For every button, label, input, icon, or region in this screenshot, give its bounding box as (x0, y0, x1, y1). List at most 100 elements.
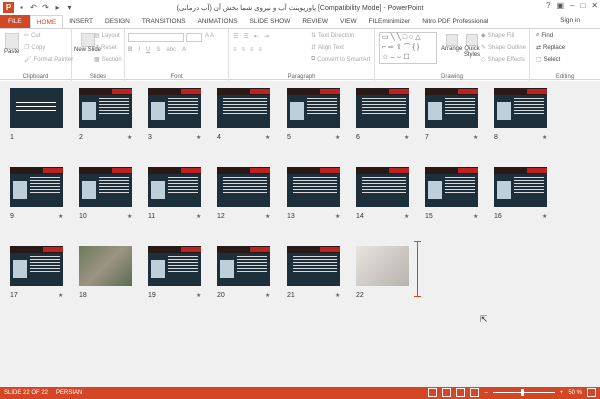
zoom-slider[interactable] (492, 389, 555, 396)
transition-star-icon[interactable]: ★ (542, 134, 547, 141)
tab-review[interactable]: REVIEW (296, 15, 334, 28)
font-color-icon[interactable]: A (182, 47, 186, 53)
transition-star-icon[interactable]: ★ (473, 213, 478, 220)
italic-icon[interactable]: I (138, 47, 140, 53)
slide-thumbnail[interactable] (356, 167, 409, 207)
slide-thumbnail[interactable] (425, 167, 478, 207)
copy-button[interactable]: ❐ Copy (24, 44, 45, 52)
slide-thumbnail[interactable] (287, 246, 340, 286)
indent-icon[interactable]: ⇤ (254, 33, 259, 40)
slide-thumbnail[interactable] (356, 88, 409, 128)
slide-thumbnail[interactable] (425, 88, 478, 128)
justify-icon[interactable]: ≡ (259, 47, 263, 53)
slide-thumbnail[interactable] (10, 167, 63, 207)
undo-icon[interactable]: ↶ (29, 3, 38, 12)
tab-design[interactable]: DESIGN (99, 15, 136, 28)
slide-thumbnail[interactable] (79, 167, 132, 207)
transition-star-icon[interactable]: ★ (127, 213, 132, 220)
bullets-icon[interactable]: ☰ (233, 33, 238, 40)
slide-thumbnail[interactable] (79, 88, 132, 128)
tab-nitro-pdf[interactable]: Nitro PDF Professional (416, 15, 494, 28)
transition-star-icon[interactable]: ★ (404, 213, 409, 220)
slide-thumbnail[interactable] (79, 246, 132, 286)
maximize-icon[interactable]: □ (580, 1, 585, 10)
align-center-icon[interactable]: ≡ (242, 47, 246, 53)
help-icon[interactable]: ? (546, 1, 550, 10)
convert-smartart-button[interactable]: ⧉ Convert to SmartArt (311, 56, 370, 63)
replace-button[interactable]: ⇄ Replace (536, 44, 565, 52)
shape-outline-button[interactable]: ✎ Shape Outline (481, 44, 526, 52)
reset-button[interactable]: ↺ Reset (94, 44, 117, 52)
cut-button[interactable]: ✂ Cut (24, 32, 40, 40)
slide-thumbnail[interactable] (217, 246, 270, 286)
transition-star-icon[interactable]: ★ (196, 292, 201, 299)
section-button[interactable]: ▦ Section (94, 56, 122, 64)
align-right-icon[interactable]: ≡ (250, 47, 254, 53)
slide-sorter-view-icon[interactable] (442, 388, 452, 397)
zoom-in-icon[interactable]: + (560, 390, 564, 396)
tab-view[interactable]: VIEW (334, 15, 363, 28)
tab-insert[interactable]: INSERT (63, 15, 99, 28)
transition-star-icon[interactable]: ★ (196, 134, 201, 141)
font-size-box[interactable] (186, 33, 202, 42)
transition-star-icon[interactable]: ★ (335, 213, 340, 220)
text-direction-button[interactable]: ⇅ Text Direction (311, 32, 354, 40)
minimize-icon[interactable]: – (570, 1, 574, 10)
bold-icon[interactable]: B (128, 47, 132, 53)
underline-icon[interactable]: U (146, 47, 150, 53)
slide-thumbnail[interactable] (287, 88, 340, 128)
zoom-slider-handle[interactable] (520, 389, 524, 396)
slide-thumbnail[interactable] (494, 167, 547, 207)
slideshow-view-icon[interactable] (470, 388, 480, 397)
zoom-out-icon[interactable]: – (484, 390, 487, 396)
font-grow-icon[interactable]: A A (205, 33, 214, 39)
transition-star-icon[interactable]: ★ (127, 134, 132, 141)
shape-effects-button[interactable]: ◇ Shape Effects (481, 56, 525, 64)
shapes-gallery[interactable]: ▭ ╲ ╲ □ ○ △ ⌐ ⇨ ⇧ ⌒ { } ☆ ⌢ ⌣ ☐ (379, 32, 437, 64)
layout-button[interactable]: ▤ Layout (94, 32, 120, 40)
align-left-icon[interactable]: ≡ (233, 47, 237, 53)
customize-toolbar-icon[interactable]: ▾ (65, 3, 74, 12)
tab-slide-show[interactable]: SLIDE SHOW (244, 15, 297, 28)
slide-thumbnail[interactable] (148, 246, 201, 286)
transition-star-icon[interactable]: ★ (335, 134, 340, 141)
transition-star-icon[interactable]: ★ (473, 134, 478, 141)
quick-styles-button[interactable]: Quick Styles (461, 34, 483, 58)
transition-star-icon[interactable]: ★ (196, 213, 201, 220)
format-painter-button[interactable]: 🖌 Format Painter (24, 56, 73, 64)
tab-fileminimizer[interactable]: FILEminimizer (363, 15, 417, 28)
language-indicator[interactable]: PERSIAN (56, 390, 82, 396)
slide-thumbnail[interactable] (10, 246, 63, 286)
slide-thumbnail[interactable] (287, 167, 340, 207)
outdent-icon[interactable]: ⇥ (264, 33, 269, 40)
tab-home[interactable]: HOME (29, 15, 64, 28)
tab-animations[interactable]: ANIMATIONS (192, 15, 244, 28)
slideshow-start-icon[interactable]: ▸ (53, 3, 62, 12)
slide-thumbnail[interactable] (217, 88, 270, 128)
strikethrough-icon[interactable]: abc (166, 47, 176, 53)
slide-thumbnail[interactable] (356, 246, 409, 286)
font-name-box[interactable] (128, 33, 184, 42)
slide-thumbnail[interactable] (217, 167, 270, 207)
tab-file[interactable]: FILE (0, 15, 30, 28)
ribbon-options-icon[interactable]: ▣ (556, 1, 564, 10)
align-text-button[interactable]: ⇵ Align Text (311, 44, 344, 52)
numbering-icon[interactable]: ☰ (243, 33, 248, 40)
transition-star-icon[interactable]: ★ (265, 292, 270, 299)
save-icon[interactable]: ▪ (17, 3, 26, 12)
reading-view-icon[interactable] (456, 388, 466, 397)
close-icon[interactable]: ✕ (591, 1, 598, 10)
slide-thumbnail[interactable] (148, 167, 201, 207)
transition-star-icon[interactable]: ★ (335, 292, 340, 299)
find-button[interactable]: ⌕ Find (536, 32, 553, 39)
shape-fill-button[interactable]: ◆ Shape Fill (481, 32, 514, 40)
redo-icon[interactable]: ↷ (41, 3, 50, 12)
transition-star-icon[interactable]: ★ (542, 213, 547, 220)
zoom-level[interactable]: 50 % (568, 390, 582, 396)
shadow-icon[interactable]: S (156, 47, 160, 53)
slide-thumbnail[interactable] (494, 88, 547, 128)
slide-thumbnail[interactable] (10, 88, 63, 128)
transition-star-icon[interactable]: ★ (404, 134, 409, 141)
select-button[interactable]: ⬚ Select (536, 56, 560, 64)
normal-view-icon[interactable] (428, 388, 438, 397)
